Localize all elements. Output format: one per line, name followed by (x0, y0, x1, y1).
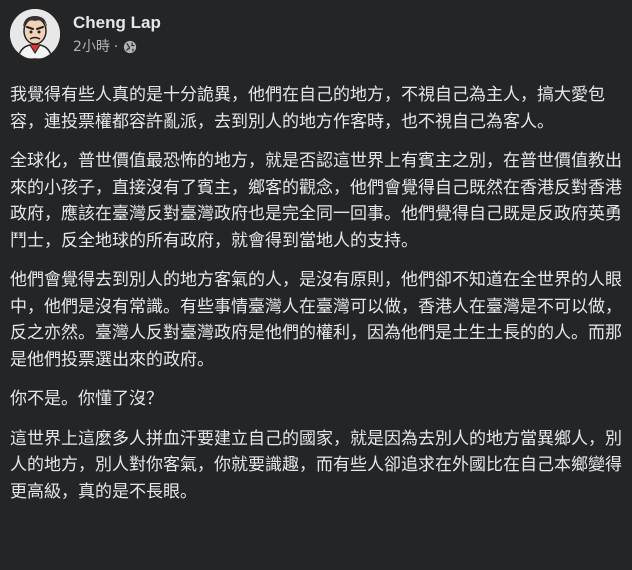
post-paragraph: 他們會覺得去到別人的地方客氣的人，是沒有原則，他們卻不知道在全世界的人眼中，他們… (10, 270, 622, 370)
author-name[interactable]: Cheng Lap (73, 12, 161, 34)
author-avatar[interactable] (10, 9, 60, 59)
meta-separator: · (113, 38, 119, 55)
post-meta: Cheng Lap 2小時 · (73, 12, 161, 57)
post-timestamp[interactable]: 2小時 (73, 37, 110, 57)
facebook-post: Cheng Lap 2小時 · 我覺得有些人真的是十分詭異，他們在自己的地方，不… (0, 0, 632, 570)
post-paragraph: 你不是。你懂了沒？ (10, 389, 163, 409)
cartoon-character-avatar-icon (10, 9, 60, 59)
post-paragraph: 我覺得有些人真的是十分詭異，他們在自己的地方，不視自己為主人，搞大愛包容，連投票… (10, 85, 605, 132)
globe-icon[interactable] (123, 40, 137, 54)
post-subline: 2小時 · (73, 37, 161, 57)
post-body: 我覺得有些人真的是十分詭異，他們在自己的地方，不視自己為主人，搞大愛包容，連投票… (10, 82, 622, 518)
post-paragraph: 這世界上這麼多人拼血汗要建立自己的國家，就是因為去別人的地方當異鄉人，別人的地方… (10, 428, 622, 502)
post-header: Cheng Lap 2小時 · (10, 9, 161, 59)
post-paragraph: 全球化，普世價值最恐怖的地方，就是否認這世界上有賓主之別，在普世價值教出來的小孩… (10, 151, 622, 251)
